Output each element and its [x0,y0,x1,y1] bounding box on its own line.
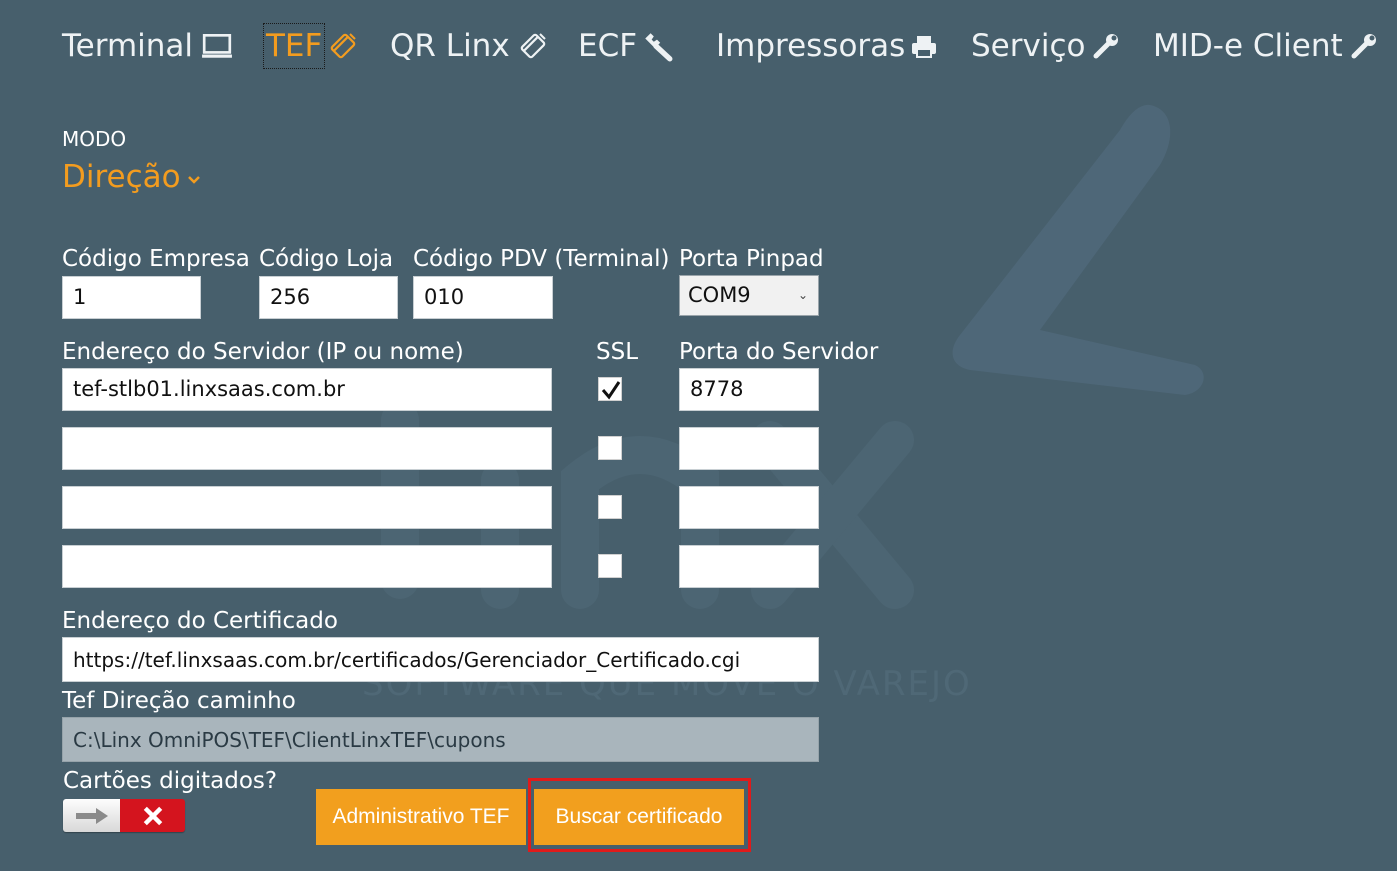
card-swipe-icon [331,33,357,59]
servidor-address-input[interactable]: tef-stlb01.linxsaas.com.br [62,368,552,411]
printer-icon [912,36,937,58]
mode-caption: MODO [62,127,127,151]
cartoes-label: Cartões digitados? [63,768,278,794]
ssl-label: SSL [596,339,639,365]
tab-impressoras[interactable]: Impressoras [716,26,939,66]
chevron-down-icon: ⌄ [797,288,808,302]
codigo-loja-label: Código Loja [259,246,394,272]
codigo-pdv-input[interactable]: 010 [413,276,553,319]
tab-terminal[interactable]: Terminal [62,26,233,66]
tab-ecf-label: ECF [578,28,638,64]
porta-pinpad-label: Porta Pinpad [679,246,824,272]
monitor-icon [202,34,232,58]
caminho-input: C:\Linx OmniPOS\TEF\ClientLinxTEF\cupons [62,717,819,762]
ssl-checkbox[interactable] [598,495,622,519]
arrow-right-icon [75,807,108,824]
codigo-loja-input[interactable]: 256 [259,276,398,319]
tab-servico-label: Serviço [971,28,1086,64]
toggle-handle [63,799,120,832]
servidor-label: Endereço do Servidor (IP ou nome) [62,339,464,365]
wrench-icon [1351,34,1376,59]
tab-mid-e-client[interactable]: MID-e Client [1153,26,1379,66]
cartoes-toggle[interactable] [63,799,185,832]
mode-value: Direção [62,159,181,195]
ssl-checkbox[interactable] [598,554,622,578]
wrench-icon [645,33,673,62]
servidor-address-input[interactable] [62,486,552,529]
checkmark-icon [601,381,621,400]
servidor-port-input[interactable]: 8778 [679,368,819,411]
chevron-down-icon [187,176,200,184]
tab-ecf[interactable]: ECF [578,26,675,66]
wrench-icon [1093,34,1119,59]
tab-servico[interactable]: Serviço [971,26,1121,66]
porta-pinpad-value: COM9 [688,283,751,307]
ssl-checkbox[interactable] [598,436,622,460]
codigo-empresa-label: Código Empresa [62,246,250,272]
administrativo-tef-button[interactable]: Administrativo TEF [316,789,526,845]
codigo-empresa-input[interactable]: 1 [62,276,201,319]
tab-mid-e-client-label: MID-e Client [1153,28,1343,64]
servidor-address-input[interactable] [62,427,552,470]
mode-dropdown[interactable]: Direção [62,157,201,197]
tab-terminal-label: Terminal [62,28,194,64]
porta-servidor-label: Porta do Servidor [679,339,879,365]
tab-qr-linx[interactable]: QR Linx [390,26,548,66]
servidor-port-input[interactable] [679,545,819,588]
certificado-input[interactable]: https://tef.linxsaas.com.br/certificados… [62,637,819,682]
close-icon [143,806,162,825]
codigo-pdv-label: Código PDV (Terminal) [413,246,670,272]
buscar-certificado-button[interactable]: Buscar certificado [534,789,744,845]
servidor-address-input[interactable] [62,545,552,588]
caminho-label: Tef Direção caminho [62,688,296,714]
tab-tef-label: TEF [262,23,326,69]
tab-impressoras-label: Impressoras [716,28,906,64]
toggle-state [120,799,185,832]
certificado-label: Endereço do Certificado [62,608,338,634]
servidor-port-input[interactable] [679,427,819,470]
tab-qr-linx-label: QR Linx [390,28,510,64]
tab-tef[interactable]: TEF [262,23,358,69]
ssl-checkbox[interactable] [598,377,622,401]
card-swipe-icon [520,33,546,59]
servidor-port-input[interactable] [679,486,819,529]
porta-pinpad-select[interactable]: COM9 ⌄ [679,275,819,316]
